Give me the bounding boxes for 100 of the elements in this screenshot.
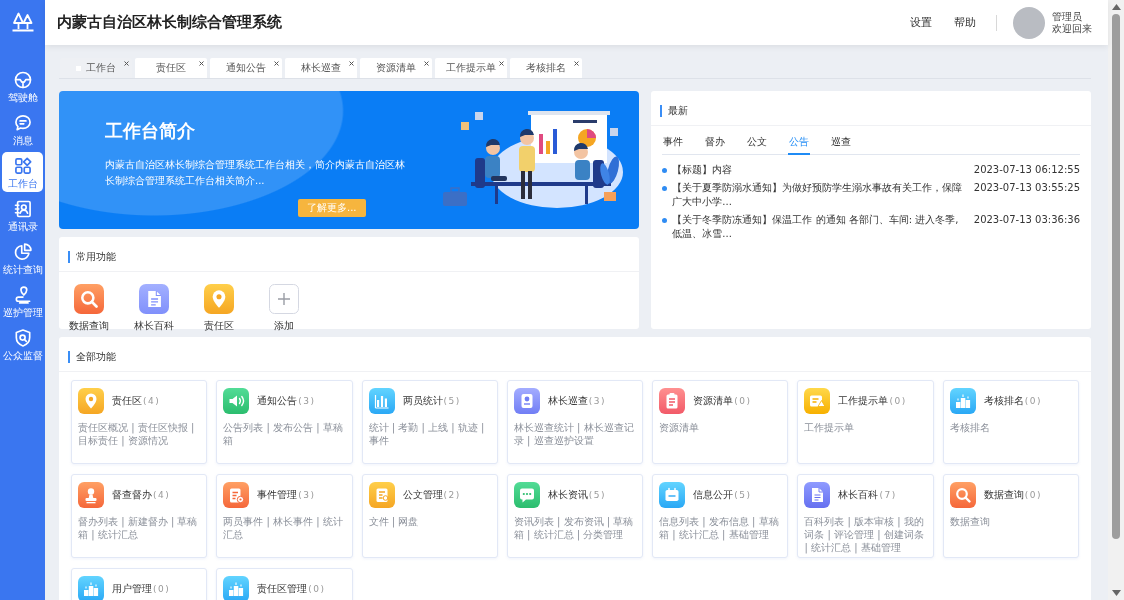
chat-icon bbox=[513, 482, 540, 508]
card-links[interactable]: 文件 | 网盘 bbox=[368, 515, 491, 528]
card-title: 信息公开 bbox=[693, 488, 734, 502]
function-card[interactable]: 数据查询(0) 数据查询 bbox=[942, 474, 1079, 558]
page-tab[interactable]: 工作提示单 bbox=[435, 58, 507, 78]
close-icon[interactable] bbox=[124, 61, 129, 66]
function-card[interactable]: 林长资讯(5) 资讯列表 | 发布资讯 | 草稿箱 | 统计汇总 | 分类管理 bbox=[506, 474, 644, 558]
grid-icon bbox=[12, 156, 33, 176]
location-pin-icon bbox=[204, 284, 234, 314]
document-icon bbox=[139, 284, 169, 314]
panel-title: 全部功能 bbox=[68, 351, 116, 363]
search-icon bbox=[949, 482, 976, 508]
header-link[interactable]: 设置 bbox=[910, 15, 932, 30]
function-card[interactable]: 通知公告(3) 公告列表 | 发布公告 | 草稿箱 bbox=[216, 380, 353, 464]
news-link[interactable]: 【关于冬季防冻通知】保温工作 的通知 各部门、车间: 进入冬季,低温、冰雪... bbox=[672, 213, 963, 241]
trees-logo-icon bbox=[10, 11, 35, 33]
add-shortcut-button[interactable]: 添加 bbox=[259, 284, 309, 332]
news-tab[interactable]: 公告 bbox=[788, 136, 811, 155]
header-link[interactable]: 帮助 bbox=[954, 15, 976, 30]
card-count: (4) bbox=[153, 490, 171, 500]
card-count: (4) bbox=[143, 396, 161, 406]
page-tab[interactable]: 责任区 bbox=[135, 58, 207, 78]
close-icon[interactable] bbox=[499, 61, 504, 66]
function-card[interactable]: 督查督办(4) 督办列表 | 新建督办 | 草稿箱 | 统计汇总 bbox=[71, 474, 208, 558]
bullet-icon bbox=[662, 168, 668, 173]
card-title: 用户管理 bbox=[112, 582, 152, 596]
close-icon[interactable] bbox=[349, 61, 354, 66]
card-links[interactable]: 资源清单 bbox=[659, 421, 782, 434]
card-links[interactable]: 数据查询 bbox=[949, 515, 1072, 528]
plus-icon bbox=[269, 284, 299, 314]
close-icon[interactable] bbox=[424, 61, 429, 66]
sidebar-item[interactable]: 公众监督 bbox=[2, 324, 43, 364]
system-title: 内蒙古自治区林长制综合管理系统 bbox=[57, 13, 282, 32]
page-tab[interactable]: 通知公告 bbox=[210, 58, 282, 78]
shortcut-button[interactable]: 责任区 bbox=[194, 284, 244, 332]
function-card[interactable]: 林长巡查(3) 林长巡查统计 | 林长巡查记录 | 巡查巡护设置 bbox=[506, 380, 644, 464]
card-links[interactable]: 信息列表 | 发布信息 | 草稿箱 | 统计汇总 | 基础管理 bbox=[659, 515, 782, 541]
news-tab[interactable]: 公文 bbox=[746, 136, 769, 155]
card-count: (0) bbox=[153, 584, 171, 594]
function-card[interactable]: 责任区管理(0) bbox=[216, 568, 353, 600]
card-count: (5) bbox=[734, 490, 752, 500]
card-count: (3) bbox=[298, 490, 316, 500]
card-title: 公文管理 bbox=[402, 488, 443, 502]
sidebar-item[interactable]: 统计查询 bbox=[2, 238, 43, 278]
page-tab[interactable]: 考核排名 bbox=[510, 58, 582, 78]
function-card[interactable]: 考核排名(0) 考核排名 bbox=[942, 380, 1079, 464]
news-tab[interactable]: 巡查 bbox=[830, 136, 853, 155]
panel-title: 最新 bbox=[660, 105, 689, 117]
card-links[interactable]: 两员事件 | 林长事件 | 统计汇总 bbox=[223, 515, 346, 541]
card-title: 林长资讯 bbox=[547, 488, 588, 502]
page-tab[interactable]: 林长巡查 bbox=[285, 58, 357, 78]
card-title: 两员统计 bbox=[402, 394, 443, 408]
card-links[interactable]: 林长巡查统计 | 林长巡查记录 | 巡查巡护设置 bbox=[513, 421, 637, 447]
card-links[interactable]: 工作提示单 bbox=[804, 421, 927, 434]
news-date: 2023-07-13 03:36:36 bbox=[973, 213, 1080, 227]
user-name: 管理员 bbox=[1052, 10, 1083, 23]
function-card[interactable]: 资源清单(0) 资源清单 bbox=[652, 380, 789, 464]
function-card[interactable]: 公文管理(2) 文件 | 网盘 bbox=[361, 474, 498, 558]
contact-book-icon bbox=[12, 199, 33, 219]
function-card[interactable]: 事件管理(3) 两员事件 | 林长事件 | 统计汇总 bbox=[216, 474, 353, 558]
sidebar-item[interactable]: 驾驶舱 bbox=[2, 66, 43, 106]
scroll-up-icon[interactable] bbox=[1111, 4, 1121, 10]
card-count: (0) bbox=[734, 396, 752, 406]
bullet-icon bbox=[662, 218, 668, 223]
card-links[interactable]: 百科列表 | 版本审核 | 我的词条 | 评论管理 | 创建词条 | 统计汇总 | 基础管理 bbox=[804, 515, 927, 554]
close-icon[interactable] bbox=[274, 61, 279, 66]
function-card[interactable]: 工作提示单(0) 工作提示单 bbox=[797, 380, 934, 464]
chat-bubble-icon bbox=[12, 113, 33, 133]
function-card[interactable]: 林长百科(7) 百科列表 | 版本审核 | 我的词条 | 评论管理 | 创建词条 | 统计汇总 | 基础管理 bbox=[797, 474, 934, 558]
news-link[interactable]: 【关于夏季防溺水通知】为做好预防学生溺水事故有关工作，保障广大中小学... bbox=[672, 181, 963, 209]
card-links[interactable]: 督办列表 | 新建督办 | 草稿箱 | 统计汇总 bbox=[78, 515, 201, 541]
card-links[interactable]: 公告列表 | 发布公告 | 草稿箱 bbox=[223, 421, 346, 447]
news-tab[interactable]: 督办 bbox=[704, 136, 727, 155]
function-card[interactable]: 信息公开(5) 信息列表 | 发布信息 | 草稿箱 | 统计汇总 | 基础管理 bbox=[652, 474, 789, 558]
card-title: 林长百科 bbox=[838, 488, 879, 502]
sidebar-item[interactable]: 通讯录 bbox=[2, 195, 43, 235]
news-link[interactable]: 【标题】内容 bbox=[672, 163, 963, 177]
sidebar-item[interactable]: 巡护管理 bbox=[2, 281, 43, 321]
scroll-down-icon[interactable] bbox=[1111, 590, 1121, 596]
card-links[interactable]: 考核排名 bbox=[949, 421, 1072, 434]
scrollbar-thumb[interactable] bbox=[1112, 14, 1120, 539]
podium-icon bbox=[223, 576, 250, 600]
function-card[interactable]: 用户管理(0) bbox=[71, 568, 208, 600]
card-links[interactable]: 资讯列表 | 发布资讯 | 草稿箱 | 统计汇总 | 分类管理 bbox=[513, 515, 637, 541]
function-card[interactable]: 责任区(4) 责任区概况 | 责任区快报 | 目标责任 | 资源情况 bbox=[71, 380, 208, 464]
card-title: 通知公告 bbox=[257, 394, 298, 408]
scrollbar-track[interactable] bbox=[1108, 0, 1124, 600]
card-links[interactable]: 统计 | 考勤 | 上线 | 轨迹 | 事件 bbox=[368, 421, 491, 447]
close-icon[interactable] bbox=[199, 61, 204, 66]
search-icon bbox=[74, 284, 104, 314]
sidebar-item[interactable]: 消息 bbox=[2, 109, 43, 149]
shortcut-button[interactable]: 数据查询 bbox=[64, 284, 114, 332]
sidebar-item[interactable]: 工作台 bbox=[2, 152, 43, 192]
close-icon[interactable] bbox=[574, 61, 579, 66]
shortcut-button[interactable]: 林长百科 bbox=[129, 284, 179, 332]
news-tab[interactable]: 事件 bbox=[662, 136, 685, 155]
function-card[interactable]: 两员统计(5) 统计 | 考勤 | 上线 | 轨迹 | 事件 bbox=[361, 380, 498, 464]
banner-description: 内蒙古自治区林长制综合管理系统工作台相关，简介内蒙古自治区林长制综合管理系统工作台相关简介... bbox=[105, 158, 406, 188]
page-tab[interactable]: 资源清单 bbox=[360, 58, 432, 78]
card-links[interactable]: 责任区概况 | 责任区快报 | 目标责任 | 资源情况 bbox=[78, 421, 201, 447]
